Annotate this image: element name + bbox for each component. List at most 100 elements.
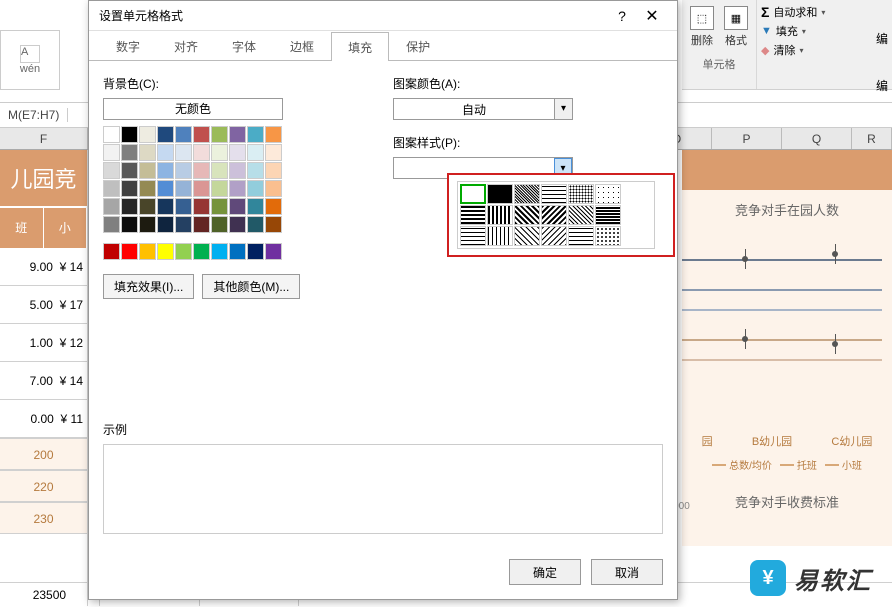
color-swatch[interactable]: [211, 198, 228, 215]
color-swatch[interactable]: [103, 126, 120, 143]
color-swatch[interactable]: [193, 216, 210, 233]
color-swatch[interactable]: [103, 162, 120, 179]
pattern-swatch[interactable]: [595, 184, 621, 204]
cancel-button[interactable]: 取消: [591, 559, 663, 585]
color-swatch[interactable]: [157, 243, 174, 260]
color-swatch[interactable]: [229, 162, 246, 179]
pattern-swatch[interactable]: [568, 226, 594, 246]
col-R[interactable]: R: [852, 128, 892, 149]
color-swatch[interactable]: [193, 162, 210, 179]
color-swatch[interactable]: [157, 144, 174, 161]
ok-button[interactable]: 确定: [509, 559, 581, 585]
fill-effects-button[interactable]: 填充效果(I)...: [103, 274, 194, 299]
delete-button[interactable]: ⬚ 删除: [688, 2, 716, 52]
tab-number[interactable]: 数字: [99, 31, 157, 60]
color-swatch[interactable]: [193, 198, 210, 215]
color-swatch[interactable]: [247, 198, 264, 215]
more-colors-button[interactable]: 其他颜色(M)...: [202, 274, 300, 299]
pattern-swatch[interactable]: [487, 205, 513, 225]
color-swatch[interactable]: [175, 126, 192, 143]
color-swatch[interactable]: [121, 198, 138, 215]
color-swatch[interactable]: [139, 126, 156, 143]
color-swatch[interactable]: [103, 198, 120, 215]
color-swatch[interactable]: [193, 243, 210, 260]
tab-fill[interactable]: 填充: [331, 32, 389, 61]
color-swatch[interactable]: [121, 216, 138, 233]
color-swatch[interactable]: [139, 162, 156, 179]
tab-alignment[interactable]: 对齐: [157, 31, 215, 60]
total-row[interactable]: 230: [0, 502, 87, 534]
col-Q[interactable]: Q: [782, 128, 852, 149]
color-swatch[interactable]: [265, 126, 282, 143]
color-swatch[interactable]: [193, 180, 210, 197]
color-swatch[interactable]: [247, 144, 264, 161]
color-swatch[interactable]: [103, 243, 120, 260]
color-swatch[interactable]: [193, 144, 210, 161]
color-swatch[interactable]: [157, 180, 174, 197]
color-swatch[interactable]: [121, 144, 138, 161]
color-swatch[interactable]: [265, 216, 282, 233]
tab-protection[interactable]: 保护: [389, 31, 447, 60]
pattern-swatch[interactable]: [568, 184, 594, 204]
table-row[interactable]: 1.00 ¥ 12: [0, 324, 87, 362]
color-swatch[interactable]: [229, 216, 246, 233]
table-row[interactable]: 9.00 ¥ 14: [0, 248, 87, 286]
color-swatch[interactable]: [247, 180, 264, 197]
pattern-swatch[interactable]: [595, 226, 621, 246]
chevron-down-icon[interactable]: ▾: [554, 99, 572, 119]
color-swatch[interactable]: [103, 180, 120, 197]
color-swatch[interactable]: [175, 198, 192, 215]
pattern-swatch[interactable]: [568, 205, 594, 225]
fill-button[interactable]: ▼填充▾: [761, 23, 825, 39]
pattern-swatch[interactable]: [514, 184, 540, 204]
tab-border[interactable]: 边框: [273, 31, 331, 60]
color-swatch[interactable]: [229, 144, 246, 161]
pattern-swatch[interactable]: [514, 205, 540, 225]
color-swatch[interactable]: [247, 162, 264, 179]
color-swatch[interactable]: [157, 198, 174, 215]
format-button[interactable]: ▦ 格式: [722, 2, 750, 52]
color-swatch[interactable]: [139, 198, 156, 215]
color-swatch[interactable]: [139, 216, 156, 233]
pattern-swatch[interactable]: [487, 184, 513, 204]
color-swatch[interactable]: [139, 243, 156, 260]
pattern-swatch[interactable]: [541, 205, 567, 225]
color-swatch[interactable]: [175, 162, 192, 179]
color-swatch[interactable]: [175, 243, 192, 260]
color-swatch[interactable]: [103, 144, 120, 161]
color-swatch[interactable]: [247, 216, 264, 233]
color-swatch[interactable]: [265, 198, 282, 215]
pattern-swatch[interactable]: [541, 226, 567, 246]
color-swatch[interactable]: [157, 126, 174, 143]
color-swatch[interactable]: [211, 162, 228, 179]
color-swatch[interactable]: [121, 180, 138, 197]
color-swatch[interactable]: [229, 126, 246, 143]
color-swatch[interactable]: [139, 180, 156, 197]
pattern-swatch[interactable]: [460, 226, 486, 246]
pattern-swatch[interactable]: [487, 226, 513, 246]
color-swatch[interactable]: [175, 216, 192, 233]
clear-button[interactable]: ◆清除▾: [761, 42, 825, 58]
color-swatch[interactable]: [139, 144, 156, 161]
color-swatch[interactable]: [211, 243, 228, 260]
color-swatch[interactable]: [157, 162, 174, 179]
tab-font[interactable]: 字体: [215, 31, 273, 60]
total-row[interactable]: 200: [0, 438, 87, 470]
color-swatch[interactable]: [211, 180, 228, 197]
color-swatch[interactable]: [229, 243, 246, 260]
color-swatch[interactable]: [175, 180, 192, 197]
color-swatch[interactable]: [157, 216, 174, 233]
autosum-button[interactable]: Σ自动求和▾: [761, 4, 825, 20]
table-row[interactable]: 7.00 ¥ 14: [0, 362, 87, 400]
color-swatch[interactable]: [211, 144, 228, 161]
help-button[interactable]: ?: [607, 8, 637, 24]
color-swatch[interactable]: [265, 144, 282, 161]
color-swatch[interactable]: [121, 162, 138, 179]
color-swatch[interactable]: [211, 126, 228, 143]
color-swatch[interactable]: [121, 243, 138, 260]
color-swatch[interactable]: [265, 162, 282, 179]
color-swatch[interactable]: [175, 144, 192, 161]
col-F[interactable]: F: [0, 128, 88, 149]
bottom-cell[interactable]: 23500: [0, 583, 100, 606]
color-swatch[interactable]: [121, 126, 138, 143]
